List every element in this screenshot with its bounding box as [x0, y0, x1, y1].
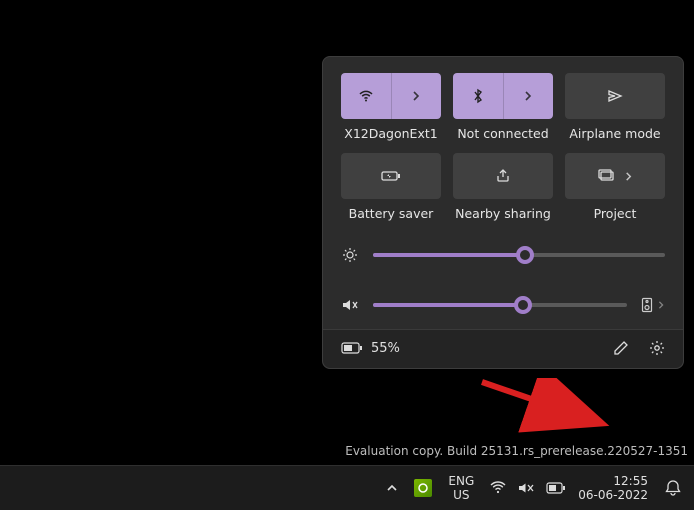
tray-notifications-button[interactable] — [660, 479, 686, 497]
brightness-slider[interactable] — [373, 253, 665, 257]
quick-settings-footer: 55% — [323, 329, 683, 368]
tile-wifi-block: X12DagonExt1 — [341, 73, 441, 143]
footer-actions — [613, 340, 665, 356]
tile-bluetooth-toggle[interactable] — [453, 73, 503, 119]
settings-button[interactable] — [649, 340, 665, 356]
tile-airplane-label: Airplane mode — [569, 125, 660, 143]
tile-wifi-expand[interactable] — [391, 73, 442, 119]
tray-overflow-button[interactable] — [382, 482, 402, 494]
battery-icon — [341, 342, 363, 354]
tile-nearby-sharing[interactable] — [453, 153, 553, 199]
brightness-icon — [341, 247, 359, 263]
volume-slider[interactable] — [373, 303, 627, 307]
tile-project[interactable] — [565, 153, 665, 199]
tile-airplane-block: Airplane mode — [565, 73, 665, 143]
tile-project-label: Project — [594, 205, 637, 223]
tray-locale[interactable]: ENG US — [444, 474, 478, 502]
taskbar: ENG US 12:55 06-06-2022 — [0, 465, 694, 510]
project-icon — [598, 169, 616, 183]
brightness-slider-row — [341, 247, 665, 263]
annotation-arrow — [478, 378, 618, 436]
tile-wifi-toggle[interactable] — [341, 73, 391, 119]
tile-battery-saver[interactable] — [341, 153, 441, 199]
tile-wifi-label: X12DagonExt1 — [344, 125, 437, 143]
tray-wifi-icon — [490, 481, 506, 495]
tray-nvidia-icon[interactable] — [414, 479, 432, 497]
tray-volume-muted-icon — [518, 481, 534, 495]
wifi-icon — [358, 88, 374, 104]
tile-project-block: Project — [565, 153, 665, 223]
tray-date: 06-06-2022 — [578, 488, 648, 502]
brightness-fill — [373, 253, 525, 257]
tray-time: 12:55 — [578, 474, 648, 488]
edit-button[interactable] — [613, 340, 629, 356]
tile-battery-saver-label: Battery saver — [349, 205, 434, 223]
chevron-right-icon — [624, 172, 633, 181]
tray-system-icons[interactable] — [490, 481, 566, 495]
brightness-thumb[interactable] — [516, 246, 534, 264]
speaker-device-icon — [641, 297, 653, 313]
tile-battery-saver-block: Battery saver — [341, 153, 441, 223]
build-watermark: Evaluation copy. Build 25131.rs_prerelea… — [345, 444, 688, 458]
airplane-icon — [607, 88, 623, 104]
share-icon — [495, 168, 511, 184]
battery-saver-icon — [381, 169, 401, 183]
tray-battery-icon — [546, 482, 566, 494]
locale-lang: ENG — [448, 474, 474, 488]
volume-slider-row — [341, 297, 665, 313]
tile-nearby-sharing-label: Nearby sharing — [455, 205, 551, 223]
tile-bluetooth-label: Not connected — [457, 125, 548, 143]
tile-wifi[interactable] — [341, 73, 441, 119]
audio-output-button[interactable] — [641, 297, 665, 313]
chevron-right-icon — [411, 91, 421, 101]
tile-grid: X12DagonExt1 Not connected — [341, 73, 665, 223]
volume-muted-icon[interactable] — [341, 297, 359, 313]
volume-fill — [373, 303, 523, 307]
bluetooth-icon — [471, 88, 485, 104]
tile-airplane[interactable] — [565, 73, 665, 119]
tray-clock[interactable]: 12:55 06-06-2022 — [578, 474, 648, 502]
tile-bluetooth-expand[interactable] — [503, 73, 554, 119]
volume-thumb[interactable] — [514, 296, 532, 314]
chevron-right-icon — [523, 91, 533, 101]
battery-text: 55% — [371, 341, 400, 356]
battery-status[interactable]: 55% — [341, 341, 400, 356]
tile-nearby-sharing-block: Nearby sharing — [453, 153, 553, 223]
quick-settings-panel: X12DagonExt1 Not connected — [322, 56, 684, 369]
quick-settings-body: X12DagonExt1 Not connected — [323, 57, 683, 329]
chevron-right-icon — [657, 301, 665, 309]
tile-bluetooth[interactable] — [453, 73, 553, 119]
locale-region: US — [448, 488, 474, 502]
tile-bluetooth-block: Not connected — [453, 73, 553, 143]
